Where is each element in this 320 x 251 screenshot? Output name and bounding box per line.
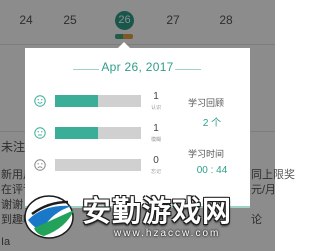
sad-face-icon [34,159,46,171]
date-divider-right [175,69,201,70]
neutral-face-icon [34,127,46,139]
known-bar [55,95,141,107]
popup-date: Apr 26, 2017 [101,60,174,74]
review-title: 学习回顾 [188,98,225,108]
known-count: 1 [153,91,159,102]
known-bar-fill [55,95,98,107]
watermark-url: www.hzaccw.com [114,228,221,239]
daily-summary-popup: Apr 26, 2017 1 认识 1 模糊 0 忘记 学习回顾 2 个 学习时… [25,48,250,208]
swoosh-logo-icon [24,195,74,239]
study-time-value: 00 : 44 [196,165,228,176]
forgot-label: 忘记 [150,169,161,175]
forgot-count: 0 [153,155,159,166]
known-label: 认识 [150,105,161,111]
site-watermark: 安勤游戏网 www.hzaccw.com [22,186,262,246]
smile-face-icon [34,95,46,107]
vague-bar [55,127,141,139]
study-time-title: 学习时间 [188,149,225,159]
vague-label: 模糊 [150,137,161,143]
watermark-text: 安勤游戏网 [82,196,233,228]
review-count: 2 个 [202,118,222,129]
vague-count: 1 [153,123,159,134]
vague-bar-fill [55,127,98,139]
forgot-bar [55,159,141,171]
